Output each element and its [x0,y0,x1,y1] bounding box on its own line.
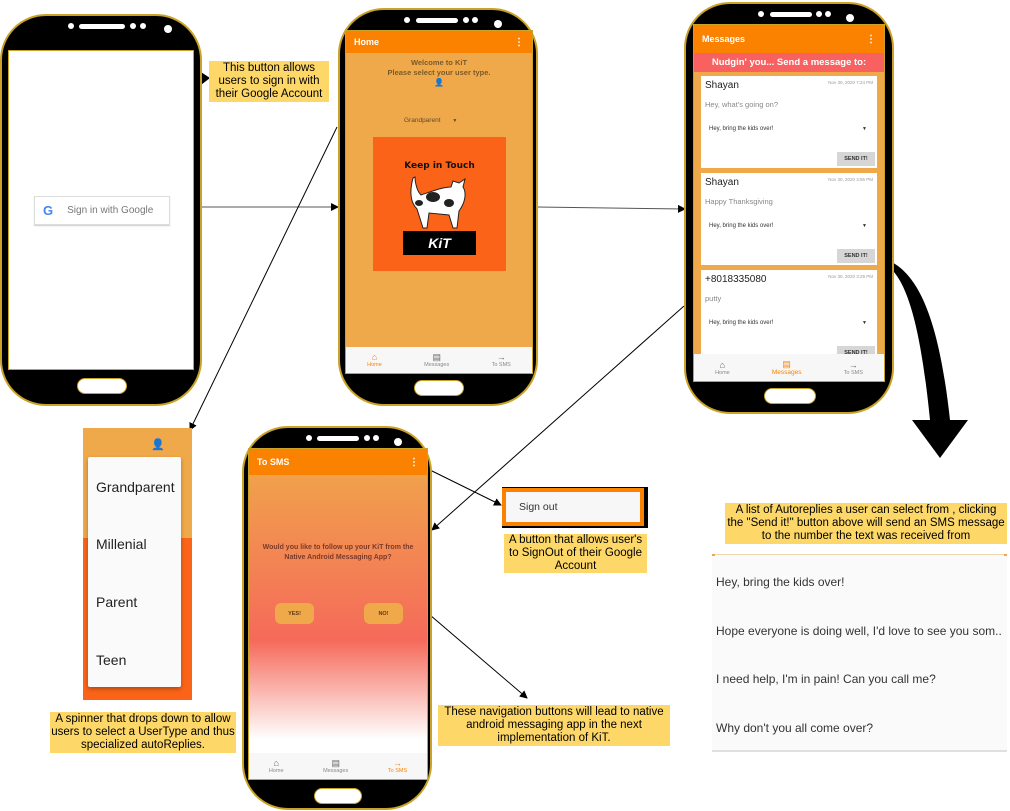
kit-logo: Keep in Touch KiT [373,137,506,271]
overflow-menu-icon[interactable]: ⋮ [866,34,876,45]
signout-button[interactable]: Sign out [506,492,640,522]
message-icon: ▤ [782,359,791,369]
tosms-screen: To SMS ⋮ Would you like to follow up you… [248,448,428,780]
google-signin-label: Sign in with Google [67,205,154,216]
nav-home[interactable]: ⌂ Home [269,758,284,774]
appbar-title: Home [354,37,380,47]
phone-home-button [414,380,464,396]
bottom-nav: ⌂ Home ▤ Messages → To SMS [694,354,884,381]
bottom-nav: ⌂ Home ▤ Messages → To SMS [346,347,532,373]
nav-home[interactable]: ⌂ Home [367,352,382,368]
phone-home-button [77,378,127,394]
nav-to-sms[interactable]: → To SMS [492,352,511,368]
message-body: putty [705,294,722,303]
spinner-option[interactable]: Millenial [96,536,147,552]
home-appbar: Home ⋮ [346,31,532,53]
home-screen: Home ⋮ Welcome to KiT Please select your… [345,30,533,374]
arrow-home-to-messages [536,204,686,213]
nudge-banner: Nudgin' you... Send a message to: [694,53,884,72]
user-icon: 👤 [434,78,444,87]
autoreplies-list: Hey, bring the kids over! Hope everyone … [712,554,1007,752]
autoreply-option[interactable]: Why don't you all come over? [716,721,873,735]
message-card: Shayan Nov 30, 2020 7:24 PM Hey, what's … [698,73,880,171]
autoreply-spinner[interactable]: Hey, bring the kids over! ▼ [709,126,867,132]
bottom-nav: ⌂ Home ▤ Messages → To SMS [249,753,427,779]
autoreply-spinner[interactable]: Hey, bring the kids over! ▼ [709,223,867,229]
message-icon: ▤ [432,352,441,362]
callout-autoreplies: A list of Autoreplies a user can select … [725,503,1007,544]
autoreply-option[interactable]: Hope everyone is doing well, I'd love to… [716,624,1002,638]
spinner-option[interactable]: Teen [96,652,126,668]
login-screen: G Sign in with Google [8,50,194,370]
autoreply-option[interactable]: Hey, bring the kids over! [716,575,845,589]
nav-to-sms[interactable]: → To SMS [844,360,863,376]
appbar-title: To SMS [257,457,290,467]
google-icon: G [43,203,54,218]
messages-appbar: Messages ⋮ [694,25,884,53]
message-time: Nov 30, 2020 3:29 PM [828,274,873,279]
overflow-menu-icon[interactable]: ⋮ [409,457,419,468]
autoreply-option[interactable]: I need help, I'm in pain! Can you call m… [716,672,936,686]
spinner-option[interactable]: Parent [96,594,137,610]
message-body: Hey, what's going on? [705,100,779,109]
phone-home-button [314,788,362,804]
spinner-dropdown-screenshot: 👤 Grandparent Millenial Parent Teen [83,428,192,700]
welcome-text: Welcome to KiT Please select your user t… [346,58,532,88]
dropdown-arrow-icon: ▼ [862,320,867,326]
phone-home: Home ⋮ Welcome to KiT Please select your… [338,8,538,406]
nav-home[interactable]: ⌂ Home [715,360,730,376]
arrow-right-icon: → [393,758,403,768]
home-icon: ⌂ [273,758,279,768]
dropdown-arrow-icon: ▼ [452,118,458,124]
nav-messages[interactable]: ▤ Messages [323,758,348,774]
phone-messages: Messages ⋮ Nudgin' you... Send a message… [684,2,894,414]
callout-google-signin: This button allows users to sign in with… [209,61,329,102]
send-it-button[interactable]: SEND IT! [837,152,875,166]
message-icon: ▤ [331,758,340,768]
nav-messages[interactable]: ▤ Messages [772,359,802,376]
arrow-right-icon: → [848,359,858,370]
signout-menu-screenshot: Sign out [502,487,648,528]
message-sender: +8018335080 [705,274,767,285]
phone-tosms: To SMS ⋮ Would you like to follow up you… [242,426,432,810]
message-time: Nov 30, 2020 7:24 PM [828,80,873,85]
callout-navigation: These navigation buttons will lead to na… [438,705,670,746]
kit-brand: KiT [403,231,476,255]
send-it-button[interactable]: SEND IT! [837,249,875,263]
message-time: Nov 30, 2020 3:56 PM [828,177,873,182]
phone-home-button [764,388,816,404]
arrow-right-icon: → [496,352,506,362]
home-icon: ⌂ [719,359,726,370]
message-card: +8018335080 Nov 30, 2020 3:29 PM putty H… [698,267,880,365]
callout-signout: A button that allows user's to SignOut o… [504,534,647,573]
message-sender: Shayan [705,80,739,91]
message-card: Shayan Nov 30, 2020 3:56 PM Happy Thanks… [698,170,880,268]
appbar-title: Messages [702,34,746,44]
arrow-spinner-to-dropdown [189,126,338,431]
phone-login: G Sign in with Google [0,14,202,406]
dropdown-arrow-icon: ▼ [862,223,867,229]
google-signin-button[interactable]: G Sign in with Google [34,196,170,225]
nav-to-sms[interactable]: → To SMS [388,758,407,774]
nav-messages[interactable]: ▤ Messages [424,352,449,368]
arrow-nav-to-callout [429,614,528,699]
callout-spinner: A spinner that drops down to allow users… [50,712,236,753]
spinner-option[interactable]: Grandparent [96,479,175,495]
yes-button[interactable]: YES! [275,603,314,624]
home-icon: ⌂ [371,352,378,362]
message-body: Happy Thanksgiving [705,197,773,206]
user-icon: 👤 [151,439,165,451]
spinner-dropdown-list: Grandparent Millenial Parent Teen [88,457,181,687]
messages-screen: Messages ⋮ Nudgin' you... Send a message… [693,24,885,382]
cat-illustration [410,176,466,229]
message-sender: Shayan [705,177,739,188]
autoreply-spinner[interactable]: Hey, bring the kids over! ▼ [709,320,867,326]
dropdown-arrow-icon: ▼ [862,126,867,132]
tosms-question: Would you like to follow up your KiT fro… [262,544,414,561]
usertype-spinner[interactable]: Grandparent ▼ [404,117,457,124]
no-button[interactable]: NO! [364,603,403,624]
tosms-appbar: To SMS ⋮ [249,449,427,475]
overflow-menu-icon[interactable]: ⋮ [514,37,524,48]
